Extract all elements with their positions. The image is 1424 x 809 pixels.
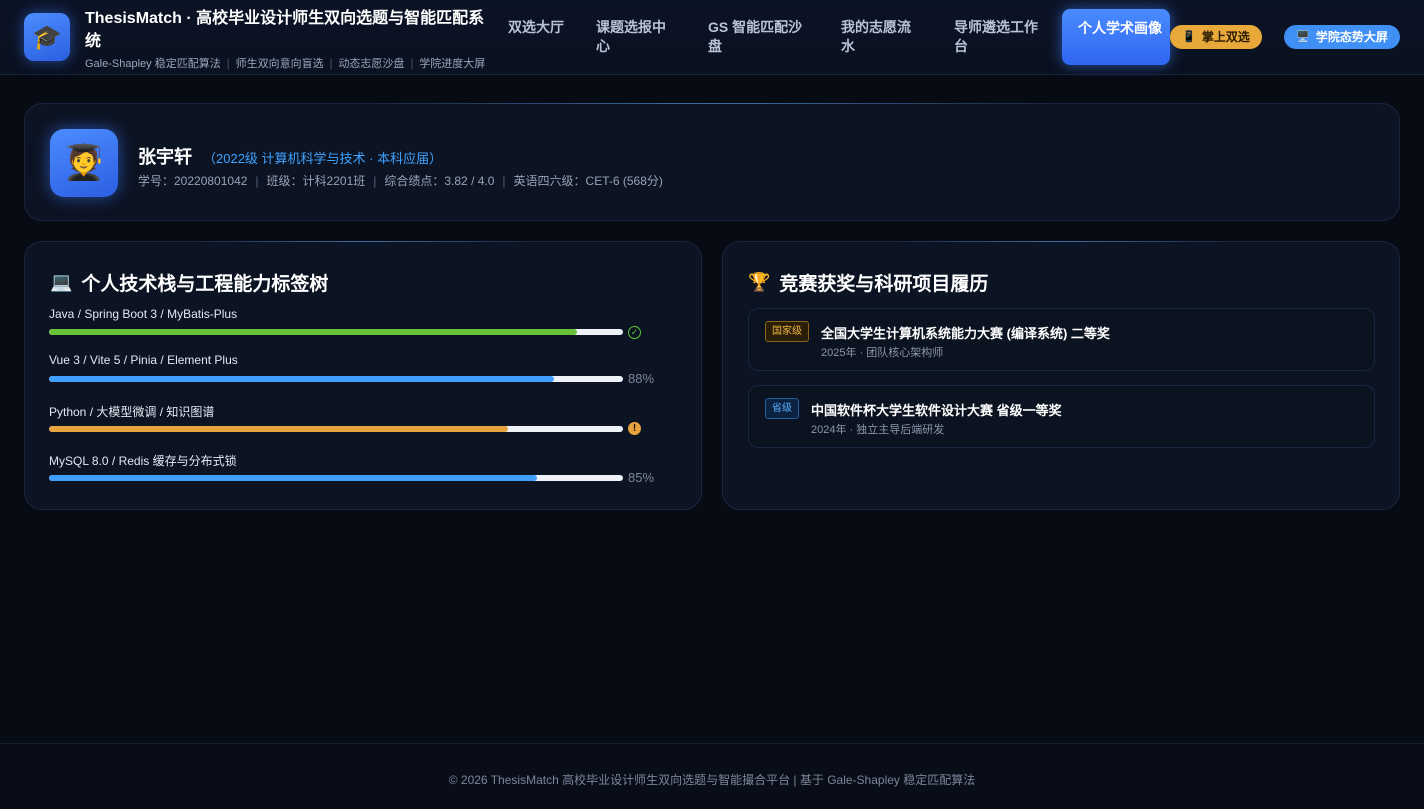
award-desc: 2024年 · 独立主导后端研发 — [811, 424, 945, 436]
student-gpa: 综合绩点：3.82 / 4.0 — [384, 174, 495, 188]
nav-item-academic-profile[interactable]: 个人学术画像 — [1062, 9, 1170, 65]
check-circle-icon: ✓ — [628, 326, 641, 339]
skill-progress-bar — [49, 329, 623, 335]
award-title: 全国大学生计算机系统能力大赛 (编译系统) 二等奖 — [821, 326, 1110, 341]
nav-item-my-wishes[interactable]: 我的志愿流水 — [841, 18, 917, 56]
subtitle-item: 学院进度大屏 — [419, 58, 486, 70]
skill-progress-bar — [49, 426, 623, 432]
page-footer: © 2026 ThesisMatch 高校毕业设计师生双向选题与智能撮合平台 |… — [0, 743, 1424, 809]
awards-title: 🏆 竞赛获奖与科研项目履历 — [748, 269, 988, 296]
skill-percent: 85% — [628, 470, 655, 485]
awards-title-text: 竞赛获奖与科研项目履历 — [779, 274, 989, 295]
student-class: 班级：计科2201班 — [266, 174, 366, 188]
subtitle-item: 动态志愿沙盘 — [338, 58, 405, 70]
level-badge: 国家级 — [765, 321, 809, 342]
trophy-icon: 🏆 — [748, 272, 771, 292]
skill-percent: 88% — [628, 371, 655, 386]
mobile-phone-icon: 📱 — [1182, 31, 1196, 43]
monitor-icon: 🖥️ — [1296, 31, 1310, 43]
award-item: 国家级 全国大学生计算机系统能力大赛 (编译系统) 二等奖 2025年 · 团队… — [748, 308, 1375, 371]
college-dashboard-label: 学院态势大屏 — [1315, 30, 1388, 44]
skill-progress-fill — [49, 475, 537, 481]
student-avatar-icon: 🧑‍🎓 — [50, 129, 118, 197]
mobile-select-button[interactable]: 📱 掌上双选 — [1170, 25, 1262, 49]
nav-item-gs-sandbox[interactable]: GS 智能匹配沙盘 — [708, 18, 804, 56]
nav-item-hall[interactable]: 双选大厅 — [508, 18, 568, 37]
mobile-select-label: 掌上双选 — [1201, 30, 1250, 44]
student-meta: 学号：20220801042 | 班级：计科2201班 | 综合绩点：3.82 / 4.… — [138, 172, 663, 189]
laptop-icon: 💻 — [50, 272, 73, 292]
award-item: 省级 中国软件杯大学生软件设计大赛 省级一等奖 2024年 · 独立主导后端研发 — [748, 385, 1375, 448]
skill-label: Vue 3 / Vite 5 / Pinia / Element Plus — [49, 353, 238, 367]
profile-card: 🧑‍🎓 张宇轩 （2022级 计算机科学与技术 · 本科应届） 学号：20220… — [24, 103, 1400, 221]
subtitle-item: Gale-Shapley 稳定匹配算法 — [85, 58, 221, 70]
skills-card: 💻 个人技术栈与工程能力标签树 Java / Spring Boot 3 / M… — [24, 241, 702, 510]
graduation-cap-icon[interactable]: 🎓 — [24, 13, 70, 61]
divider: | — [226, 58, 230, 70]
student-name: 张宇轩 — [138, 147, 192, 167]
divider: | — [502, 174, 506, 188]
level-badge: 省级 — [765, 398, 799, 419]
skill-progress-fill — [49, 376, 555, 382]
warning-circle-icon: ! — [628, 422, 641, 435]
skill-label: Python / 大模型微调 / 知识图谱 — [49, 405, 215, 419]
app-title: ThesisMatch · 高校毕业设计师生双向选题与智能匹配系统 — [85, 10, 485, 50]
divider: | — [410, 58, 414, 70]
footer-copyright: © 2026 ThesisMatch 高校毕业设计师生双向选题与智能撮合平台 |… — [448, 773, 976, 787]
nav-item-mentor-workbench[interactable]: 导师遴选工作台 — [954, 18, 1044, 56]
student-english: 英语四六级：CET-6 (568分) — [513, 174, 663, 188]
student-id: 学号：20220801042 — [138, 174, 248, 188]
skill-progress-bar — [49, 376, 623, 382]
skill-label: MySQL 8.0 / Redis 缓存与分布式锁 — [49, 454, 237, 468]
skill-progress-bar — [49, 475, 623, 481]
divider: | — [329, 58, 333, 70]
college-dashboard-button[interactable]: 🖥️ 学院态势大屏 — [1284, 25, 1400, 49]
skill-label: Java / Spring Boot 3 / MyBatis-Plus — [49, 307, 238, 321]
nav-item-topic-center[interactable]: 课题选报中心 — [596, 18, 672, 56]
student-tag: （2022级 计算机科学与技术 · 本科应届） — [203, 151, 443, 166]
skill-progress-fill — [49, 329, 578, 335]
divider: | — [255, 174, 259, 188]
top-header: 🎓 ThesisMatch · 高校毕业设计师生双向选题与智能匹配系统 Gale… — [0, 0, 1424, 75]
subtitle-item: 师生双向意向盲选 — [235, 58, 324, 70]
skills-title-text: 个人技术栈与工程能力标签树 — [81, 274, 329, 295]
award-title: 中国软件杯大学生软件设计大赛 省级一等奖 — [811, 403, 1062, 418]
divider: | — [373, 174, 377, 188]
awards-card: 🏆 竞赛获奖与科研项目履历 国家级 全国大学生计算机系统能力大赛 (编译系统) … — [722, 241, 1400, 510]
award-desc: 2025年 · 团队核心架构师 — [821, 347, 944, 359]
app-subtitle: Gale-Shapley 稳定匹配算法 | 师生双向意向盲选 | 动态志愿沙盘 | 学院进度… — [85, 55, 505, 71]
skills-title: 💻 个人技术栈与工程能力标签树 — [50, 269, 328, 296]
skill-progress-fill — [49, 426, 509, 432]
